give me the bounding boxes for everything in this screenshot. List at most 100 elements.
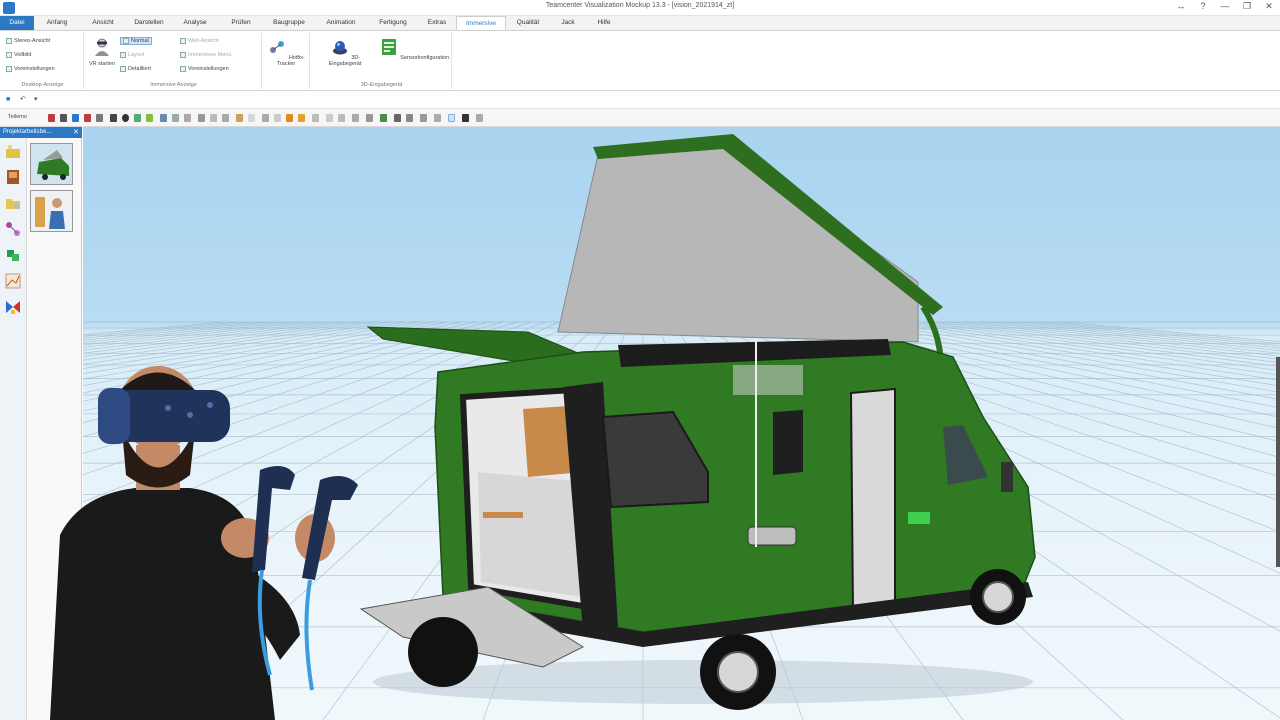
undo-icon[interactable]: ↶	[20, 96, 27, 103]
tab-jack[interactable]: Jack	[550, 16, 586, 30]
camper-van-model[interactable]	[359, 134, 1036, 710]
tab-anfang[interactable]: Anfang	[34, 16, 80, 30]
eraser-icon[interactable]	[248, 114, 255, 122]
vr-start-button[interactable]: VR starten	[88, 37, 116, 67]
tab-animation[interactable]: Animation	[314, 16, 368, 30]
minimize-icon[interactable]: —	[1218, 1, 1232, 12]
group-label: Desktop-Anzeige	[21, 82, 64, 88]
tab-extras[interactable]: Extras	[418, 16, 456, 30]
fullscreen-icon	[6, 52, 12, 58]
toggle-view-icon[interactable]	[448, 114, 455, 122]
van-thumbnail-image	[31, 144, 72, 184]
detailed-mode-icon	[120, 66, 126, 72]
chart-icon[interactable]	[4, 272, 22, 290]
tab-analyse[interactable]: Analyse	[172, 16, 218, 30]
measure-icon[interactable]	[172, 114, 179, 122]
panel-header: Projektarbeitsbe... ✕	[0, 127, 82, 138]
arrow-tool-icon[interactable]	[262, 114, 269, 122]
ribbon-tabs: Datei Anfang Ansicht Darstellen Analyse …	[0, 16, 1280, 31]
transform-icon[interactable]	[274, 114, 281, 122]
sparkle-folder-icon[interactable]	[4, 143, 22, 161]
camera-icon[interactable]	[394, 114, 401, 122]
3d-input-device-button[interactable]: 3D-Eingabegerät	[314, 37, 376, 67]
fullscreen-button[interactable]: Vollbild	[6, 52, 31, 58]
view-toolbar: Teilemo	[0, 109, 1280, 127]
line-icon[interactable]	[184, 114, 191, 122]
window-controls: ↔ ? — ❐ ✕	[1174, 1, 1276, 12]
markup-icon[interactable]	[198, 114, 205, 122]
redo-icon[interactable]	[476, 114, 483, 122]
tab-pruefen[interactable]: Prüfen	[218, 16, 264, 30]
hide-icon[interactable]	[96, 114, 103, 122]
dimension-icon[interactable]	[222, 114, 229, 122]
rotate-icon[interactable]	[134, 114, 141, 122]
pointer-icon[interactable]	[60, 114, 67, 122]
tab-ansicht[interactable]: Ansicht	[80, 16, 126, 30]
desktop-preferences-button[interactable]: Voreinstellungen	[6, 66, 55, 72]
preferences-icon	[180, 66, 186, 72]
viewport-icon[interactable]	[406, 114, 413, 122]
tab-fertigung[interactable]: Fertigung	[368, 16, 418, 30]
tab-immersive[interactable]: Immersive	[456, 16, 506, 30]
snap-icon[interactable]	[312, 114, 319, 122]
bowtie-icon[interactable]	[4, 298, 22, 316]
scene-icon[interactable]	[380, 114, 387, 122]
close-icon[interactable]: ✕	[1262, 1, 1276, 12]
light-icon[interactable]	[462, 114, 469, 122]
layer-icon[interactable]	[420, 114, 427, 122]
tab-darstellen[interactable]: Darstellen	[126, 16, 172, 30]
folder-icon[interactable]	[4, 194, 22, 212]
shading-icon[interactable]	[122, 114, 129, 122]
restore-arrows-icon[interactable]: ↔	[1174, 1, 1188, 12]
grid-icon[interactable]	[434, 114, 441, 122]
tab-qualitaet[interactable]: Qualität	[506, 16, 550, 30]
sensor-configuration-button[interactable]: Sensorkonfiguration	[378, 37, 450, 61]
tab-baugruppe[interactable]: Baugruppe	[264, 16, 314, 30]
connection-icon[interactable]	[4, 220, 22, 238]
mode-layout[interactable]: Layout	[120, 52, 145, 58]
mode-detailed[interactable]: Detailliert	[120, 66, 151, 72]
maximize-icon[interactable]: ❐	[1240, 1, 1254, 12]
grid-line	[1006, 321, 1280, 351]
snapshot-thumbnail-person[interactable]	[30, 190, 73, 232]
world-view-button[interactable]: Welt-Ansicht	[180, 38, 219, 44]
color-icon[interactable]	[286, 114, 293, 122]
note-icon[interactable]	[210, 114, 217, 122]
immersive-menu-icon	[180, 52, 186, 58]
rotate-part-icon[interactable]	[338, 114, 345, 122]
section-icon[interactable]	[160, 114, 167, 122]
close-icon[interactable]: ✕	[73, 128, 79, 136]
hotfix-tracker-button[interactable]: Hotfix-Tracker	[264, 37, 308, 67]
help-icon[interactable]: ?	[1196, 1, 1210, 12]
fit-view-icon[interactable]	[72, 114, 79, 122]
clip-icon[interactable]	[366, 114, 373, 122]
viewport-scrollbar[interactable]	[1276, 357, 1280, 567]
quick-access-bar: ■ ↶ ▾	[0, 91, 1280, 109]
explode-icon[interactable]	[352, 114, 359, 122]
delete-icon[interactable]	[84, 114, 91, 122]
immersive-menu-button[interactable]: Immersives Menü	[180, 52, 231, 58]
group-label: Immersive Anzeige	[150, 82, 197, 88]
dropdown-arrow-icon[interactable]: ▾	[34, 96, 41, 103]
part-icon[interactable]	[146, 114, 153, 122]
highlight-icon[interactable]	[236, 114, 243, 122]
snapshot-thumbnail-van[interactable]	[30, 143, 73, 185]
grid-line	[1034, 321, 1280, 347]
select-tool-icon[interactable]	[48, 114, 55, 122]
save-icon[interactable]: ■	[6, 96, 13, 103]
toolbar-label: Teilemo	[8, 114, 27, 120]
grid-line	[992, 321, 1280, 354]
tab-datei[interactable]: Datei	[0, 16, 34, 30]
mode-normal[interactable]: Normal	[120, 37, 152, 45]
tab-hilfe[interactable]: Hilfe	[586, 16, 622, 30]
panel-title: Projektarbeitsbe...	[3, 129, 52, 135]
vr-headset-user-icon	[95, 38, 109, 56]
zoom-icon[interactable]	[110, 114, 117, 122]
move-icon[interactable]	[326, 114, 333, 122]
material-icon[interactable]	[298, 114, 305, 122]
immersive-preferences-button[interactable]: Voreinstellungen	[180, 66, 229, 72]
image-icon[interactable]	[4, 168, 22, 186]
stereo-view-button[interactable]: Stereo-Ansicht	[6, 38, 50, 44]
cubes-icon[interactable]	[4, 246, 22, 264]
person-thumbnail-image	[31, 191, 72, 231]
